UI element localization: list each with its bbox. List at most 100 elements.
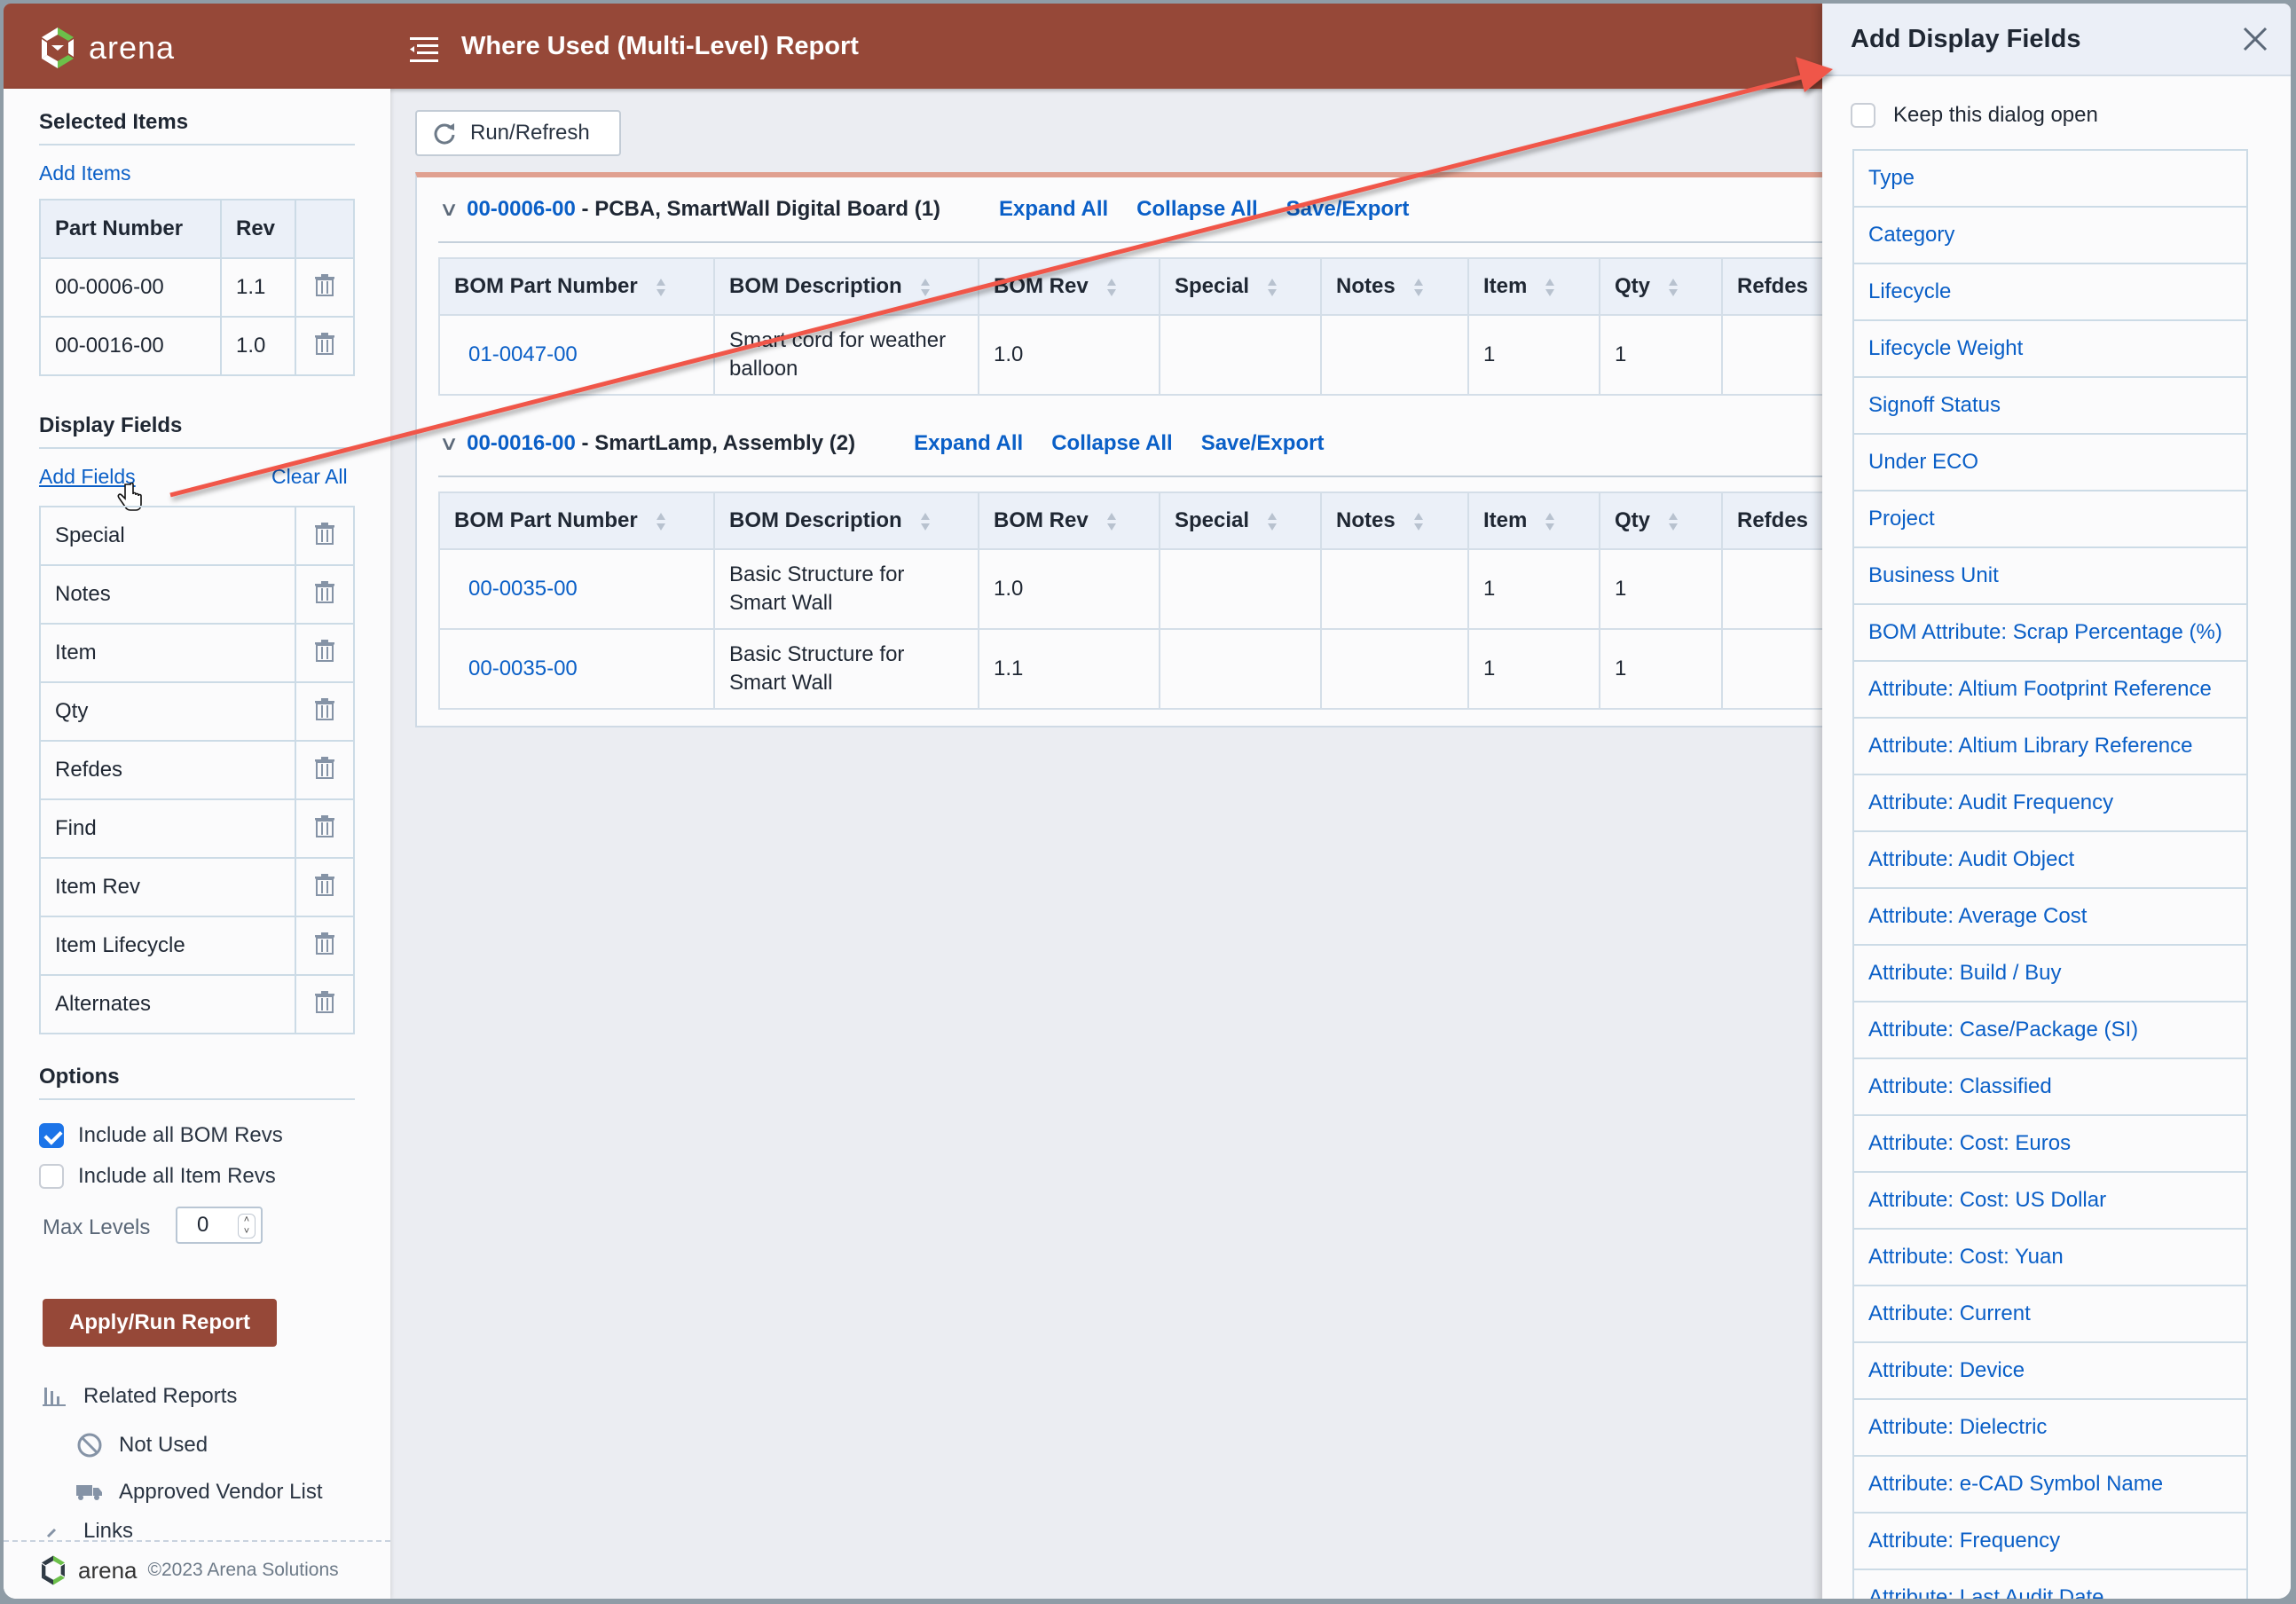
- available-field-item[interactable]: Attribute: Cost: US Dollar: [1854, 1173, 2246, 1230]
- available-field-item[interactable]: Project: [1854, 491, 2246, 548]
- sort-icon[interactable]: [1545, 278, 1555, 297]
- run-refresh-button[interactable]: Run/Refresh: [415, 110, 621, 156]
- remove-field-button[interactable]: [295, 681, 355, 742]
- column-header[interactable]: Qty: [1599, 491, 1723, 550]
- column-header-label: BOM Part Number: [454, 274, 638, 298]
- available-field-item[interactable]: Category: [1854, 208, 2246, 264]
- available-field-item[interactable]: Attribute: Current: [1854, 1286, 2246, 1343]
- available-field-item[interactable]: Lifecycle Weight: [1854, 321, 2246, 378]
- available-field-item[interactable]: BOM Attribute: Scrap Percentage (%): [1854, 605, 2246, 662]
- sort-icon[interactable]: [1413, 278, 1424, 297]
- options-heading: Options: [39, 1065, 120, 1089]
- available-field-item[interactable]: Attribute: Build / Buy: [1854, 946, 2246, 1002]
- bom-part-number-link[interactable]: 00-0035-00: [454, 655, 578, 683]
- column-header[interactable]: BOM Description: [713, 257, 979, 316]
- remove-field-button[interactable]: [295, 506, 355, 566]
- expand-all-link[interactable]: Expand All: [914, 431, 1023, 456]
- remove-field-button[interactable]: [295, 798, 355, 859]
- available-field-item[interactable]: Under ECO: [1854, 435, 2246, 491]
- spinner-icon[interactable]: ˄ ˅: [238, 1214, 256, 1238]
- sort-icon[interactable]: [1106, 512, 1117, 531]
- group-title: - SmartLamp, Assembly (2): [575, 431, 856, 455]
- delete-item-button[interactable]: [295, 316, 355, 376]
- column-header[interactable]: Qty: [1599, 257, 1723, 316]
- available-field-item[interactable]: Lifecycle: [1854, 264, 2246, 321]
- delete-item-button[interactable]: [295, 257, 355, 318]
- column-header[interactable]: Special: [1159, 257, 1322, 316]
- save-export-link[interactable]: Save/Export: [1286, 197, 1410, 222]
- sort-icon[interactable]: [1106, 278, 1117, 297]
- apply-run-report-button[interactable]: Apply/Run Report: [43, 1299, 277, 1347]
- arena-logo[interactable]: arena: [39, 26, 175, 70]
- add-items-link[interactable]: Add Items: [39, 161, 131, 185]
- sort-icon[interactable]: [1413, 512, 1424, 531]
- group-part-number-link[interactable]: 00-0016-00: [467, 431, 576, 456]
- available-field-item[interactable]: Attribute: Last Audit Date: [1854, 1570, 2246, 1599]
- available-field-item[interactable]: Type: [1854, 151, 2246, 208]
- sort-icon[interactable]: [1545, 512, 1555, 531]
- keep-dialog-open-option[interactable]: Keep this dialog open: [1851, 103, 2098, 128]
- available-field-item[interactable]: Attribute: Average Cost: [1854, 889, 2246, 946]
- close-icon[interactable]: [2241, 25, 2269, 53]
- available-field-item[interactable]: Attribute: Cost: Yuan: [1854, 1230, 2246, 1286]
- max-levels-input[interactable]: 0 ˄ ˅: [176, 1207, 263, 1244]
- collapse-menu-icon[interactable]: [410, 37, 438, 62]
- column-header[interactable]: BOM Part Number: [438, 491, 715, 550]
- remove-field-button[interactable]: [295, 974, 355, 1034]
- sort-icon[interactable]: [1267, 278, 1278, 297]
- keep-dialog-open-checkbox[interactable]: [1851, 103, 1875, 128]
- column-header[interactable]: BOM Rev: [978, 257, 1160, 316]
- column-header[interactable]: Notes: [1320, 257, 1469, 316]
- include-item-revs-option[interactable]: Include all Item Revs: [39, 1164, 276, 1189]
- column-header-part-number: Part Number: [39, 199, 222, 259]
- group-part-number-link[interactable]: 00-0006-00: [467, 197, 576, 222]
- available-field-item[interactable]: Attribute: Frequency: [1854, 1514, 2246, 1570]
- column-header[interactable]: Special: [1159, 491, 1322, 550]
- column-header[interactable]: BOM Rev: [978, 491, 1160, 550]
- chevron-down-icon[interactable]: ∨: [439, 432, 460, 455]
- available-field-item[interactable]: Attribute: Altium Library Reference: [1854, 719, 2246, 775]
- include-bom-revs-option[interactable]: Include all BOM Revs: [39, 1123, 283, 1148]
- available-field-item[interactable]: Attribute: Dielectric: [1854, 1400, 2246, 1457]
- chevron-down-icon[interactable]: ∨: [439, 198, 460, 221]
- remove-field-button[interactable]: [295, 740, 355, 800]
- expand-all-link[interactable]: Expand All: [999, 197, 1108, 222]
- collapse-all-link[interactable]: Collapse All: [1051, 431, 1172, 456]
- collapse-all-link[interactable]: Collapse All: [1136, 197, 1257, 222]
- column-header[interactable]: BOM Part Number: [438, 257, 715, 316]
- bom-part-number-link[interactable]: 01-0047-00: [454, 341, 578, 369]
- remove-field-button[interactable]: [295, 564, 355, 625]
- available-field-item[interactable]: Attribute: Cost: Euros: [1854, 1116, 2246, 1173]
- available-field-item[interactable]: Attribute: Audit Object: [1854, 832, 2246, 889]
- sort-icon[interactable]: [1267, 512, 1278, 531]
- column-header[interactable]: Notes: [1320, 491, 1469, 550]
- remove-field-button[interactable]: [295, 857, 355, 917]
- available-field-item[interactable]: Attribute: Case/Package (SI): [1854, 1002, 2246, 1059]
- column-header[interactable]: Item: [1467, 491, 1600, 550]
- sort-icon[interactable]: [920, 512, 931, 531]
- links-heading[interactable]: Links: [43, 1522, 133, 1540]
- column-header[interactable]: BOM Description: [713, 491, 979, 550]
- sort-icon[interactable]: [1668, 278, 1679, 297]
- sort-icon[interactable]: [1668, 512, 1679, 531]
- related-report-approved-vendor-list[interactable]: Approved Vendor List: [76, 1480, 323, 1505]
- column-header[interactable]: Item: [1467, 257, 1600, 316]
- sort-icon[interactable]: [920, 278, 931, 297]
- bom-part-number-link[interactable]: 00-0035-00: [454, 575, 578, 603]
- sort-icon[interactable]: [656, 512, 666, 531]
- remove-field-button[interactable]: [295, 916, 355, 976]
- available-field-item[interactable]: Attribute: Audit Frequency: [1854, 775, 2246, 832]
- include-item-revs-checkbox[interactable]: [39, 1164, 64, 1189]
- available-field-item[interactable]: Signoff Status: [1854, 378, 2246, 435]
- save-export-link[interactable]: Save/Export: [1201, 431, 1325, 456]
- available-field-item[interactable]: Attribute: Device: [1854, 1343, 2246, 1400]
- available-field-item[interactable]: Attribute: Classified: [1854, 1059, 2246, 1116]
- remove-field-button[interactable]: [295, 623, 355, 683]
- include-bom-revs-checkbox[interactable]: [39, 1123, 64, 1148]
- clear-all-link[interactable]: Clear All: [271, 465, 348, 489]
- related-report-not-used[interactable]: Not Used: [76, 1432, 208, 1459]
- available-field-item[interactable]: Business Unit: [1854, 548, 2246, 605]
- available-field-item[interactable]: Attribute: Altium Footprint Reference: [1854, 662, 2246, 719]
- sort-icon[interactable]: [656, 278, 666, 297]
- available-field-item[interactable]: Attribute: e-CAD Symbol Name: [1854, 1457, 2246, 1514]
